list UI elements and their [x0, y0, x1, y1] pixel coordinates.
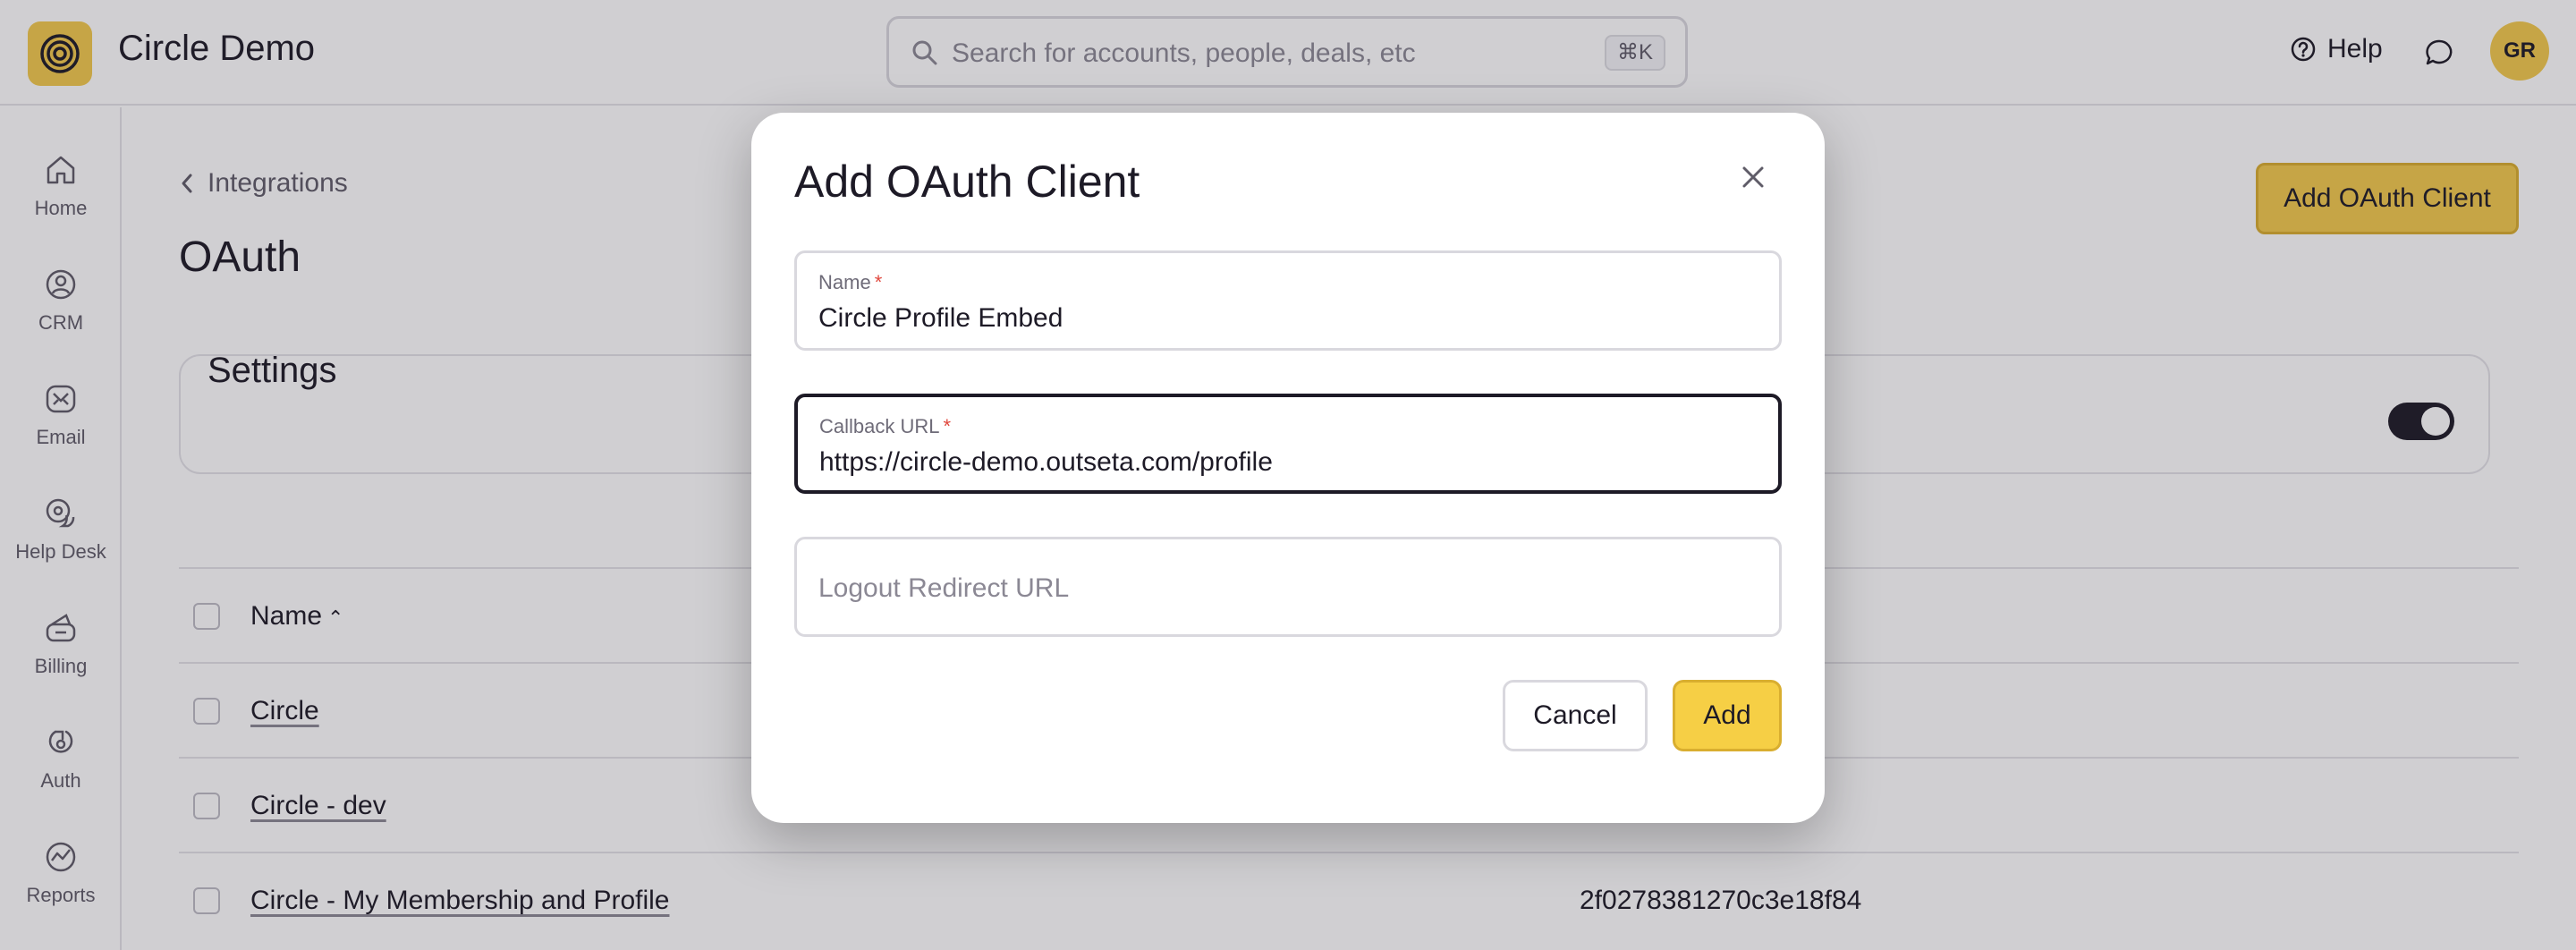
required-marker: * — [943, 415, 952, 437]
required-marker: * — [874, 271, 883, 293]
add-button[interactable]: Add — [1673, 680, 1782, 751]
callback-url-label-text: Callback URL — [819, 415, 940, 437]
name-field-label: Name * — [818, 271, 882, 294]
logout-redirect-url-field[interactable]: Logout Redirect URL — [794, 537, 1782, 637]
dialog-title: Add OAuth Client — [794, 157, 1140, 207]
name-field[interactable]: Name * Circle Profile Embed — [794, 250, 1782, 351]
cancel-button[interactable]: Cancel — [1503, 680, 1648, 751]
logout-redirect-url-placeholder: Logout Redirect URL — [818, 573, 1070, 603]
app-root: Circle Demo Search for accounts, people,… — [0, 0, 2576, 950]
name-field-value: Circle Profile Embed — [818, 303, 1063, 333]
callback-url-field-label: Callback URL * — [819, 415, 951, 438]
name-label-text: Name — [818, 271, 871, 293]
add-oauth-client-dialog: Add OAuth Client Name * Circle Profile Em… — [751, 113, 1825, 823]
callback-url-field[interactable]: Callback URL * https://circle-demo.outset… — [794, 394, 1782, 494]
close-icon[interactable] — [1735, 159, 1771, 195]
callback-url-field-value: https://circle-demo.outseta.com/profile — [819, 447, 1273, 477]
